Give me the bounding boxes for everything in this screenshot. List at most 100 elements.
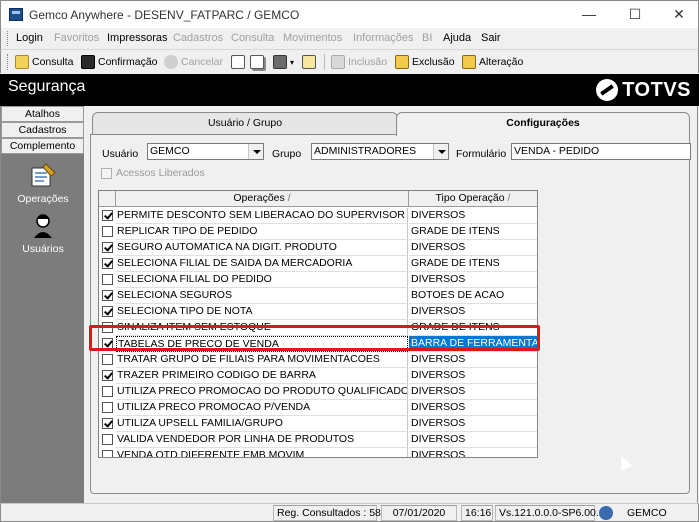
operation-type-cell[interactable]: DIVERSOS [409,272,537,288]
add-icon [331,55,345,69]
row-checkbox[interactable] [102,210,113,221]
operation-cell[interactable]: SELECIONA SEGUROS [116,288,408,304]
table-row[interactable]: UTILIZA UPSELL FAMILIA/GRUPO DIVERSOS [99,416,537,432]
table-row[interactable]: UTILIZA PRECO PROMOCAO DO PRODUTO QUALIF… [99,384,537,400]
chevron-down-icon[interactable] [248,144,263,159]
menu-bi[interactable]: BI [422,32,432,44]
operation-cell[interactable]: VALIDA VENDEDOR POR LINHA DE PRODUTOS [116,432,408,448]
row-checkbox[interactable] [102,418,113,429]
confirmacao-button[interactable]: Confirmação [81,54,158,70]
menu-favoritos[interactable]: Favoritos [54,32,99,44]
row-checkbox[interactable] [102,402,113,413]
launcher-usuarios[interactable]: Usuários [5,212,81,255]
print-dropdown-icon[interactable]: ▾ [290,58,294,67]
minimize-button[interactable]: — [567,3,611,27]
row-checkbox[interactable] [102,258,113,269]
inclusao-button[interactable]: Inclusão [331,54,387,70]
operation-type-cell[interactable]: DIVERSOS [409,208,537,224]
operation-type-cell[interactable]: DIVERSOS [409,352,537,368]
table-row[interactable]: TRATAR GRUPO DE FILIAIS PARA MOVIMENTACO… [99,352,537,368]
operation-cell[interactable]: PERMITE DESCONTO SEM LIBERACAO DO SUPERV… [116,208,408,224]
new-document-button[interactable] [231,54,245,70]
table-row[interactable]: SEGURO AUTOMATICA NA DIGIT. PRODUTO DIVER… [99,240,537,256]
table-row[interactable]: VALIDA VENDEDOR POR LINHA DE PRODUTOS DIV… [99,432,537,448]
grupo-select[interactable]: ADMINISTRADORES [311,143,449,160]
operation-type-cell[interactable]: DIVERSOS [409,368,537,384]
menu-bar: Login Favoritos Impressoras Cadastros Co… [0,28,699,49]
operation-cell[interactable]: SELECIONA FILIAL DO PEDIDO [116,272,408,288]
row-checkbox[interactable] [102,450,113,457]
row-checkbox[interactable] [102,242,113,253]
row-checkbox[interactable] [102,434,113,445]
table-row[interactable]: UTILIZA PRECO PROMOCAO P/VENDA DIVERSOS [99,400,537,416]
table-row[interactable]: SELECIONA FILIAL DO PEDIDO DIVERSOS [99,272,537,288]
operation-cell[interactable]: UTILIZA PRECO PROMOCAO DO PRODUTO QUALIF… [116,384,408,400]
operation-type-cell[interactable]: DIVERSOS [409,384,537,400]
operation-type-cell[interactable]: DIVERSOS [409,448,537,457]
operation-type-cell[interactable]: DIVERSOS [409,432,537,448]
operation-cell[interactable]: REPLICAR TIPO DE PEDIDO [116,224,408,240]
sidebar-tab-complemento[interactable]: Complemento [1,138,84,154]
row-checkbox[interactable] [102,354,113,365]
table-row[interactable]: REPLICAR TIPO DE PEDIDO GRADE DE ITENS [99,224,537,240]
row-checkbox[interactable] [102,370,113,381]
header-check-column [99,191,116,207]
page-title: Segurança [8,78,86,95]
row-checkbox[interactable] [102,290,113,301]
menu-movimentos[interactable]: Movimentos [283,32,342,44]
operation-cell[interactable]: SELECIONA FILIAL DE SAIDA DA MERCADORIA [116,256,408,272]
operation-type-cell[interactable]: GRADE DE ITENS [409,256,537,272]
table-row[interactable]: VENDA QTD DIFERENTE EMB MOVIM DIVERSOS [99,448,537,457]
table-row[interactable]: SELECIONA FILIAL DE SAIDA DA MERCADORIA G… [99,256,537,272]
menu-login[interactable]: Login [16,32,43,44]
row-checkbox[interactable] [102,306,113,317]
table-row[interactable]: TRAZER PRIMEIRO CODIGO DE BARRA DIVERSOS [99,368,537,384]
table-row[interactable]: SELECIONA SEGUROS BOTOES DE ACAO [99,288,537,304]
operation-cell[interactable]: SELECIONA TIPO DE NOTA [116,304,408,320]
chevron-down-icon[interactable] [433,144,448,159]
operation-type-cell[interactable]: DIVERSOS [409,400,537,416]
row-checkbox[interactable] [102,386,113,397]
operation-type-cell[interactable]: DIVERSOS [409,416,537,432]
alteracao-button[interactable]: Alteração [462,54,523,70]
cancelar-button[interactable]: Cancelar [164,54,223,70]
consulta-button[interactable]: Consulta [15,54,73,70]
tab-configuracoes[interactable]: Configurações [396,112,690,136]
table-row[interactable]: SELECIONA TIPO DE NOTA DIVERSOS [99,304,537,320]
maximize-button[interactable]: ☐ [613,3,657,27]
menu-informacoes[interactable]: Informações [353,32,414,44]
operation-cell[interactable]: UTILIZA PRECO PROMOCAO P/VENDA [116,400,408,416]
operation-cell[interactable]: SEGURO AUTOMATICA NA DIGIT. PRODUTO [116,240,408,256]
sidebar-tab-atalhos[interactable]: Atalhos [1,106,84,122]
launcher-operacoes[interactable]: Operações [5,162,81,205]
operation-type-cell[interactable]: DIVERSOS [409,304,537,320]
menu-ajuda[interactable]: Ajuda [443,32,471,44]
menu-cadastros[interactable]: Cadastros [173,32,223,44]
search-tool-button[interactable] [302,54,316,70]
row-checkbox[interactable] [102,226,113,237]
operation-cell[interactable]: TRATAR GRUPO DE FILIAIS PARA MOVIMENTACO… [116,352,408,368]
close-button[interactable]: ✕ [657,3,699,27]
operation-cell[interactable]: UTILIZA UPSELL FAMILIA/GRUPO [116,416,408,432]
menu-consulta[interactable]: Consulta [231,32,274,44]
sidebar-tab-cadastros[interactable]: Cadastros [1,122,84,138]
operation-type-cell[interactable]: DIVERSOS [409,240,537,256]
menu-sair[interactable]: Sair [481,32,501,44]
header-operacoes[interactable]: Operações / [116,191,409,207]
header-tipo-operacao[interactable]: Tipo Operação / [409,191,537,207]
usuario-select[interactable]: GEMCO [147,143,264,160]
operation-cell[interactable]: VENDA QTD DIFERENTE EMB MOVIM [116,448,408,457]
operation-type-cell[interactable]: GRADE DE ITENS [409,224,537,240]
delete-icon [395,55,409,69]
menu-impressoras[interactable]: Impressoras [107,32,168,44]
exclusao-button[interactable]: Exclusão [395,54,455,70]
tab-usuario-grupo[interactable]: Usuário / Grupo [92,112,398,134]
acessos-liberados-checkbox[interactable]: Acessos Liberados [101,167,205,179]
operation-cell[interactable]: TRAZER PRIMEIRO CODIGO DE BARRA [116,368,408,384]
operation-type-cell[interactable]: BOTOES DE ACAO [409,288,537,304]
print-button[interactable]: ▾ [273,54,294,70]
formulario-field[interactable]: VENDA - PEDIDO [511,143,691,160]
row-checkbox[interactable] [102,274,113,285]
table-row[interactable]: PERMITE DESCONTO SEM LIBERACAO DO SUPERV… [99,208,537,224]
copy-document-button[interactable] [250,54,264,70]
